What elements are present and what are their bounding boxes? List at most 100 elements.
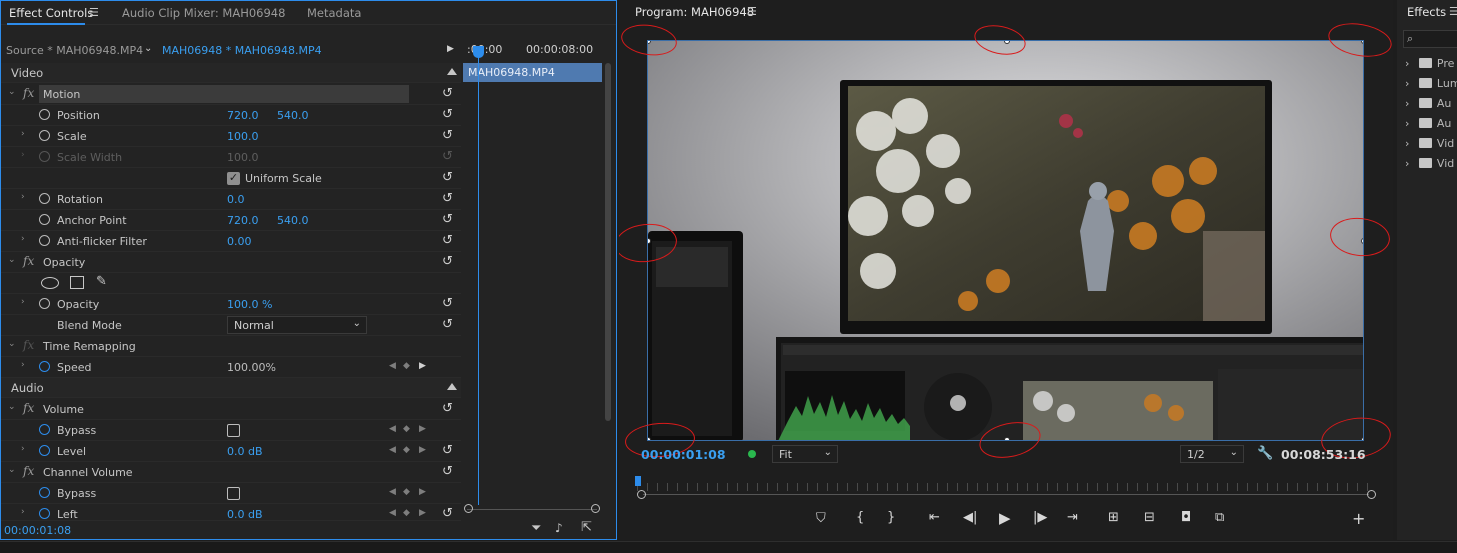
prev-keyframe-icon[interactable]: ◀	[389, 445, 396, 455]
effects-title[interactable]: Effects	[1407, 5, 1446, 19]
reset-icon[interactable]: ↺	[442, 443, 453, 458]
antiflicker-value[interactable]: 0.00	[227, 235, 252, 248]
effect-row-channel-volume[interactable]: ⌄ fx Channel Volume ↺	[1, 462, 461, 483]
effects-folder-item[interactable]: › Lum	[1405, 77, 1457, 90]
audio-section-header[interactable]: Audio	[1, 378, 461, 398]
video-preview[interactable]	[647, 40, 1364, 441]
video-section-header[interactable]: Video	[1, 63, 461, 83]
twirl-right-icon[interactable]: ›	[21, 297, 25, 307]
collapse-up-icon[interactable]	[447, 383, 457, 390]
add-button-icon[interactable]: +	[1352, 509, 1365, 528]
opacity-value[interactable]: 100.0 %	[227, 298, 272, 311]
effects-folder-item[interactable]: › Au	[1405, 97, 1451, 110]
stopwatch-icon[interactable]	[39, 424, 50, 435]
zoom-handle-left[interactable]	[637, 490, 646, 499]
twirl-right-icon[interactable]: ›	[21, 444, 25, 454]
rotation-value[interactable]: 0.0	[227, 193, 245, 206]
panel-menu-icon[interactable]: ☰	[1449, 5, 1457, 18]
twirl-down-icon[interactable]: ⌄	[8, 465, 16, 475]
zoom-handle-right[interactable]	[1367, 490, 1376, 499]
blend-mode-select[interactable]: Normal ⌄	[227, 316, 367, 334]
fx-icon[interactable]: fx	[23, 464, 34, 478]
stopwatch-icon[interactable]	[39, 487, 50, 498]
anchor-x-value[interactable]: 720.0	[227, 214, 259, 227]
rectangle-mask-icon[interactable]	[70, 276, 84, 289]
current-time-display[interactable]: 00:00:01:08	[4, 524, 71, 537]
collapse-up-icon[interactable]	[447, 68, 457, 75]
effect-row-volume[interactable]: ⌄ fx Volume ↺	[1, 399, 461, 420]
twirl-right-icon[interactable]: ›	[21, 234, 25, 244]
step-forward-icon[interactable]: |▶	[1033, 510, 1047, 525]
pen-mask-icon[interactable]: ✎	[96, 274, 107, 289]
twirl-down-icon[interactable]: ⌄	[8, 87, 16, 97]
panel-menu-icon[interactable]: ☰	[89, 6, 99, 19]
add-keyframe-icon[interactable]: ◆	[403, 508, 410, 518]
fit-select[interactable]: Fit ⌄	[772, 445, 838, 463]
add-keyframe-icon[interactable]: ◆	[403, 445, 410, 455]
filter-icon[interactable]: ⏷	[531, 521, 541, 536]
channel-bypass-checkbox[interactable]	[227, 487, 240, 500]
twirl-down-icon[interactable]: ⌄	[8, 402, 16, 412]
resolution-select[interactable]: 1/2 ⌄	[1180, 445, 1244, 463]
time-ruler[interactable]	[637, 483, 1373, 491]
audio-play-icon[interactable]: ♪	[555, 521, 563, 535]
chevron-down-icon[interactable]: ⌄	[144, 43, 152, 54]
level-value[interactable]: 0.0 dB	[227, 445, 263, 458]
twirl-down-icon[interactable]: ⌄	[8, 339, 16, 349]
program-title[interactable]: Program: MAH06948	[635, 5, 754, 19]
comparison-view-icon[interactable]: ⧉	[1215, 510, 1224, 525]
twirl-right-icon[interactable]: ›	[21, 129, 25, 139]
effects-folder-item[interactable]: › Vid	[1405, 137, 1454, 150]
vertical-scrollbar[interactable]	[605, 63, 611, 421]
step-back-icon[interactable]: ◀|	[963, 510, 977, 525]
prev-keyframe-icon[interactable]: ◀	[389, 508, 396, 518]
effect-row-time-remapping[interactable]: ⌄ fx Time Remapping	[1, 336, 461, 357]
effects-folder-item[interactable]: › Au	[1405, 117, 1451, 130]
go-to-out-icon[interactable]: ⇥	[1067, 510, 1078, 525]
reset-icon[interactable]: ↺	[442, 233, 453, 248]
source-label[interactable]: Source * MAH06948.MP4	[6, 44, 143, 57]
stopwatch-icon[interactable]	[39, 235, 50, 246]
reset-icon[interactable]: ↺	[442, 506, 453, 520]
go-to-in-icon[interactable]: ⇤	[929, 510, 940, 525]
position-y-value[interactable]: 540.0	[277, 109, 309, 122]
play-icon[interactable]: ▶	[999, 509, 1011, 527]
tab-metadata[interactable]: Metadata	[307, 6, 361, 20]
prev-keyframe-icon[interactable]: ◀	[389, 487, 396, 497]
stopwatch-icon[interactable]	[39, 508, 50, 519]
export-icon[interactable]: ⇱	[581, 520, 592, 535]
zoom-handle-right[interactable]	[591, 504, 600, 513]
stopwatch-icon[interactable]	[39, 109, 50, 120]
mark-out-icon[interactable]: }	[887, 510, 895, 525]
tab-audio-clip-mixer[interactable]: Audio Clip Mixer: MAH06948	[122, 6, 285, 20]
prev-keyframe-icon[interactable]: ◀	[389, 361, 396, 371]
fx-icon[interactable]: fx	[23, 254, 34, 268]
stopwatch-icon[interactable]	[39, 361, 50, 372]
tab-effect-controls[interactable]: Effect Controls	[9, 6, 93, 20]
next-keyframe-icon[interactable]: ▶	[419, 508, 426, 518]
stopwatch-icon[interactable]	[39, 130, 50, 141]
lift-icon[interactable]: ⊞	[1108, 510, 1119, 525]
reset-icon[interactable]: ↺	[442, 254, 453, 269]
position-x-value[interactable]: 720.0	[227, 109, 259, 122]
wrench-icon[interactable]: 🔧	[1257, 446, 1273, 461]
stopwatch-icon[interactable]	[39, 193, 50, 204]
reset-icon[interactable]: ↺	[442, 86, 453, 101]
next-keyframe-icon[interactable]: ▶	[419, 445, 426, 455]
sequence-clip-label[interactable]: MAH06948 * MAH06948.MP4	[162, 44, 322, 57]
effect-row-opacity[interactable]: ⌄ fx Opacity ↺	[1, 252, 461, 273]
uniform-scale-checkbox[interactable]: ✓	[227, 172, 240, 185]
program-current-time[interactable]: 00:00:01:08	[641, 447, 726, 462]
anchor-y-value[interactable]: 540.0	[277, 214, 309, 227]
next-keyframe-icon[interactable]: ▶	[419, 487, 426, 497]
add-keyframe-icon[interactable]: ◆	[403, 361, 410, 371]
stopwatch-icon[interactable]	[39, 298, 50, 309]
left-value[interactable]: 0.0 dB	[227, 508, 263, 520]
clip-bar[interactable]: MAH06948.MP4	[463, 63, 602, 82]
stopwatch-icon[interactable]	[39, 445, 50, 456]
speed-value[interactable]: 100.00%	[227, 361, 276, 374]
effects-folder-item[interactable]: › Pre	[1405, 57, 1454, 70]
reset-icon[interactable]: ↺	[442, 296, 453, 311]
next-keyframe-icon[interactable]: ▶	[419, 361, 426, 371]
extract-icon[interactable]: ⊟	[1144, 510, 1155, 525]
